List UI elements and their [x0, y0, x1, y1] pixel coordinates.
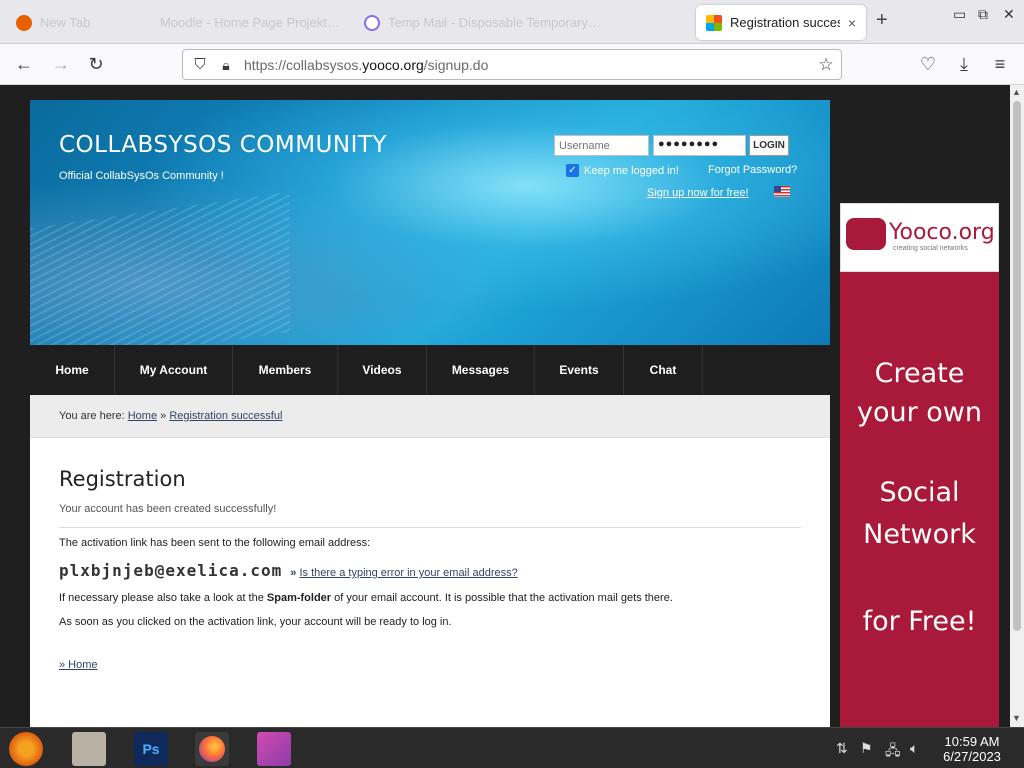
ad-line-3: Social: [879, 477, 960, 508]
scroll-down-icon[interactable]: ▼: [1012, 713, 1021, 723]
yooco-logo-icon: [846, 218, 886, 250]
tab-label: New Tab: [40, 15, 91, 30]
main-menu: Home My Account Members Videos Messages …: [30, 345, 830, 395]
scroll-up-icon[interactable]: ▲: [1012, 87, 1021, 97]
menu-members[interactable]: Members: [233, 345, 338, 395]
site-container: COLLABSYSOS COMMUNITY Official CollabSys…: [30, 100, 830, 727]
login-button[interactable]: LOGIN: [749, 135, 789, 156]
clock-time: 10:59 AM: [944, 734, 1000, 749]
ad-logo-text: Yooco.org: [889, 220, 995, 245]
snipping-tool-icon[interactable]: [257, 732, 291, 766]
password-input[interactable]: ●●●●●●●●: [653, 135, 746, 156]
back-icon[interactable]: ←: [13, 53, 35, 75]
menu-icon[interactable]: ≡: [989, 53, 1011, 75]
tab-temp-mail[interactable]: Temp Mail - Disposable Temporary…: [354, 5, 689, 40]
bookmark-star-icon[interactable]: ☆: [815, 54, 837, 76]
url-text: https://collabsysos.yooco.org/signup.do: [244, 57, 489, 73]
keep-logged-in-label: Keep me logged in!: [584, 164, 679, 177]
start-menu-icon[interactable]: [9, 732, 43, 766]
tab-moodle[interactable]: Moodle - Home Page Projekt…: [150, 5, 350, 40]
new-tab-button[interactable]: +: [876, 9, 888, 32]
browser-nav-bar: ← → ↻ ⛉ 🔒︎ https://collabsysos.yooco.org…: [0, 44, 1024, 85]
temp-mail-icon: [364, 14, 380, 31]
close-tab-icon[interactable]: ×: [848, 15, 856, 31]
pocket-icon[interactable]: ♡: [917, 53, 939, 75]
site-header: COLLABSYSOS COMMUNITY Official CollabSys…: [30, 100, 830, 345]
lock-icon[interactable]: 🔒︎: [215, 54, 237, 76]
windows-flag-icon[interactable]: ⚑: [860, 740, 873, 757]
activation-text: The activation link has been sent to the…: [59, 537, 371, 549]
firefox-icon: [199, 736, 225, 762]
system-clock[interactable]: 10:59 AM 6/27/2023: [930, 734, 1014, 764]
ad-tagline: creating social networks: [893, 245, 968, 252]
header-decoration: [30, 191, 290, 345]
ad-line-5: for Free!: [862, 606, 977, 637]
ad-line-4: Network: [863, 519, 976, 550]
tab-new-tab[interactable]: New Tab: [6, 5, 146, 40]
breadcrumb: You are here: Home » Registration succes…: [30, 395, 830, 438]
ad-line-1: Create: [874, 358, 965, 389]
clock-date: 6/27/2023: [943, 749, 1001, 764]
site-subtitle: Official CollabSysOs Community !: [59, 170, 224, 182]
page-viewport: COLLABSYSOS COMMUNITY Official CollabSys…: [0, 85, 1010, 727]
shield-icon[interactable]: ⛉: [189, 54, 211, 76]
scrollbar-thumb[interactable]: [1013, 101, 1021, 631]
forward-icon[interactable]: →: [50, 53, 72, 75]
volume-icon[interactable]: 🔈︎: [910, 740, 918, 757]
tab-label: Registration succes: [730, 15, 840, 30]
tab-label: Moodle - Home Page Projekt…: [160, 15, 340, 30]
file-manager-icon[interactable]: [72, 732, 106, 766]
firefox-taskbar-item[interactable]: [195, 732, 229, 766]
network-arrows-icon[interactable]: ⇅: [836, 740, 848, 757]
email-row: plxbjnjeb@exelica.com » Is there a typin…: [59, 561, 801, 580]
breadcrumb-separator: »: [160, 410, 167, 422]
download-icon[interactable]: ⤓: [953, 53, 975, 75]
breadcrumb-prefix: You are here:: [59, 410, 125, 422]
advertisement-banner[interactable]: Yooco.org creating social networks Creat…: [840, 203, 999, 727]
ready-hint: As soon as you clicked on the activation…: [59, 616, 452, 628]
photoshop-icon[interactable]: Ps: [134, 732, 168, 766]
forgot-password-link[interactable]: Forgot Password?: [708, 164, 797, 176]
firefox-icon: [16, 14, 32, 31]
minimize-window-icon[interactable]: ▭: [953, 6, 966, 23]
site-title: COLLABSYSOS COMMUNITY: [59, 132, 387, 158]
keep-logged-in-checkbox[interactable]: ✓ Keep me logged in!: [566, 164, 679, 177]
email-address: plxbjnjeb@exelica.com: [59, 561, 283, 580]
browser-tab-bar: New Tab Moodle - Home Page Projekt… Temp…: [0, 0, 1024, 44]
breadcrumb-home[interactable]: Home: [128, 410, 157, 422]
menu-messages[interactable]: Messages: [427, 345, 535, 395]
us-flag-icon[interactable]: [774, 186, 790, 197]
windows-icon: [706, 14, 722, 31]
success-message: Your account has been created successful…: [59, 503, 277, 515]
address-bar[interactable]: ⛉ 🔒︎ https://collabsysos.yooco.org/signu…: [182, 49, 842, 80]
home-link[interactable]: » Home: [59, 659, 98, 671]
signup-link[interactable]: Sign up now for free!: [647, 187, 749, 199]
menu-my-account[interactable]: My Account: [115, 345, 233, 395]
menu-chat[interactable]: Chat: [624, 345, 703, 395]
close-window-icon[interactable]: ✕: [1003, 6, 1015, 23]
tab-registration[interactable]: Registration succes ×: [696, 5, 866, 40]
ad-logo-area: Yooco.org creating social networks: [840, 203, 999, 272]
page-scrollbar[interactable]: ▲ ▼: [1010, 85, 1024, 727]
main-content: Registration Your account has been creat…: [30, 438, 830, 727]
breadcrumb-current[interactable]: Registration successful: [169, 410, 282, 422]
checkmark-icon: ✓: [566, 164, 579, 177]
menu-videos[interactable]: Videos: [338, 345, 427, 395]
divider: [59, 527, 801, 528]
menu-home[interactable]: Home: [30, 345, 115, 395]
spam-hint: If necessary please also take a look at …: [59, 592, 673, 604]
menu-events[interactable]: Events: [535, 345, 624, 395]
reload-icon[interactable]: ↻: [85, 53, 107, 75]
network-icon[interactable]: 🖧︎: [885, 740, 901, 764]
typo-link[interactable]: » Is there a typing error in your email …: [290, 567, 517, 579]
restore-window-icon[interactable]: ⧉: [978, 6, 988, 23]
ad-line-2: your own: [856, 397, 982, 428]
tab-label: Temp Mail - Disposable Temporary…: [388, 15, 601, 30]
os-taskbar: Ps ⇅ ⚑ 🖧︎ 🔈︎ 10:59 AM 6/27/2023: [0, 727, 1024, 768]
username-input[interactable]: [554, 135, 649, 156]
page-title: Registration: [59, 467, 186, 491]
